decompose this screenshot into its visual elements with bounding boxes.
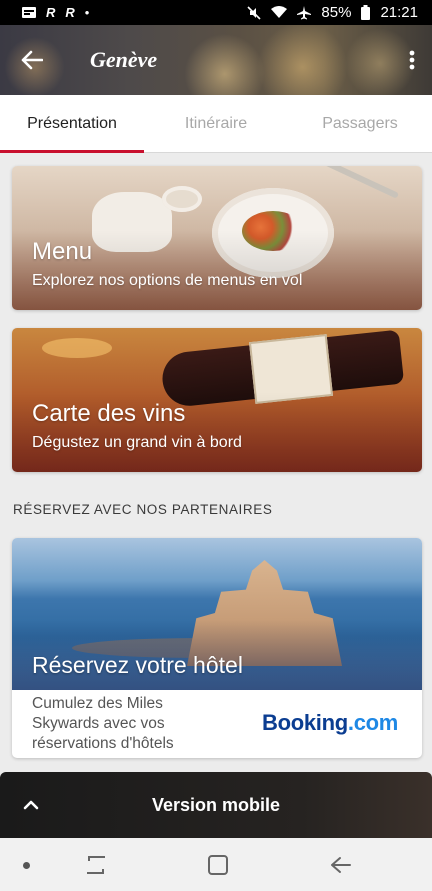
recent-apps-button[interactable]	[71, 846, 121, 884]
home-button[interactable]	[193, 846, 243, 884]
home-icon	[208, 855, 228, 875]
hotel-card-description: Cumulez des Miles Skywards avec vos rése…	[32, 695, 174, 752]
tab-bar: Présentation Itinéraire Passagers	[0, 95, 432, 153]
tab-presentation[interactable]: Présentation	[0, 95, 144, 153]
status-bar: R R • 85% 21:21	[0, 0, 432, 25]
wine-card-subtitle: Dégustez un grand vin à bord	[32, 434, 242, 451]
r-app-icon: R	[65, 5, 75, 20]
expand-banner-button[interactable]	[0, 772, 62, 838]
wine-card-title: Carte des vins	[32, 400, 186, 427]
back-button[interactable]	[0, 25, 64, 95]
cutlery-image	[314, 166, 400, 199]
wifi-icon	[271, 6, 288, 18]
banner-label: Version mobile	[151, 794, 281, 815]
glass-image	[42, 338, 112, 358]
app-header: Genève	[0, 25, 432, 95]
notification-icon	[22, 7, 36, 18]
back-icon	[331, 857, 351, 873]
menu-card[interactable]: Menu Explorez nos options de menus en vo…	[12, 166, 422, 310]
wine-card[interactable]: Carte des vins Dégustez un grand vin à b…	[12, 328, 422, 472]
mute-icon	[247, 5, 261, 20]
dot-icon: •	[84, 5, 90, 20]
booking-logo-text: Booking	[262, 710, 348, 735]
status-right: 85% 21:21	[247, 4, 418, 21]
menu-card-title: Menu	[32, 238, 93, 265]
hotel-card[interactable]: Réservez votre hôtel Cumulez des Miles S…	[12, 538, 422, 758]
partners-section-title: RÉSERVEZ AVEC NOS PARTENAIRES	[13, 502, 273, 517]
nav-dot-indicator	[23, 862, 30, 869]
battery-percent: 85%	[321, 4, 352, 21]
recent-apps-icon	[87, 856, 105, 874]
r-app-icon: R	[46, 5, 56, 20]
more-vertical-icon	[409, 50, 415, 70]
airplane-icon	[297, 5, 312, 19]
system-navigation-bar	[0, 838, 432, 891]
nav-back-button[interactable]	[315, 846, 365, 884]
page-title: Genève	[90, 47, 158, 72]
hotel-card-title: Réservez votre hôtel	[32, 652, 243, 678]
battery-icon	[361, 5, 371, 20]
mobile-version-banner[interactable]: Version mobile	[0, 772, 432, 838]
clock: 21:21	[380, 4, 418, 21]
arrow-left-icon	[21, 50, 43, 70]
tab-passengers[interactable]: Passagers	[288, 95, 432, 152]
tab-itinerary[interactable]: Itinéraire	[144, 95, 288, 152]
more-options-button[interactable]	[392, 25, 432, 95]
booking-logo-suffix: .com	[347, 710, 399, 735]
chevron-up-icon	[23, 800, 39, 810]
header-row: Genève	[0, 25, 432, 95]
menu-card-subtitle: Explorez nos options de menus en vol	[32, 272, 303, 289]
booking-logo: Booking.com	[262, 710, 398, 736]
bowl-image	[162, 186, 202, 212]
status-left: R R •	[22, 5, 89, 20]
